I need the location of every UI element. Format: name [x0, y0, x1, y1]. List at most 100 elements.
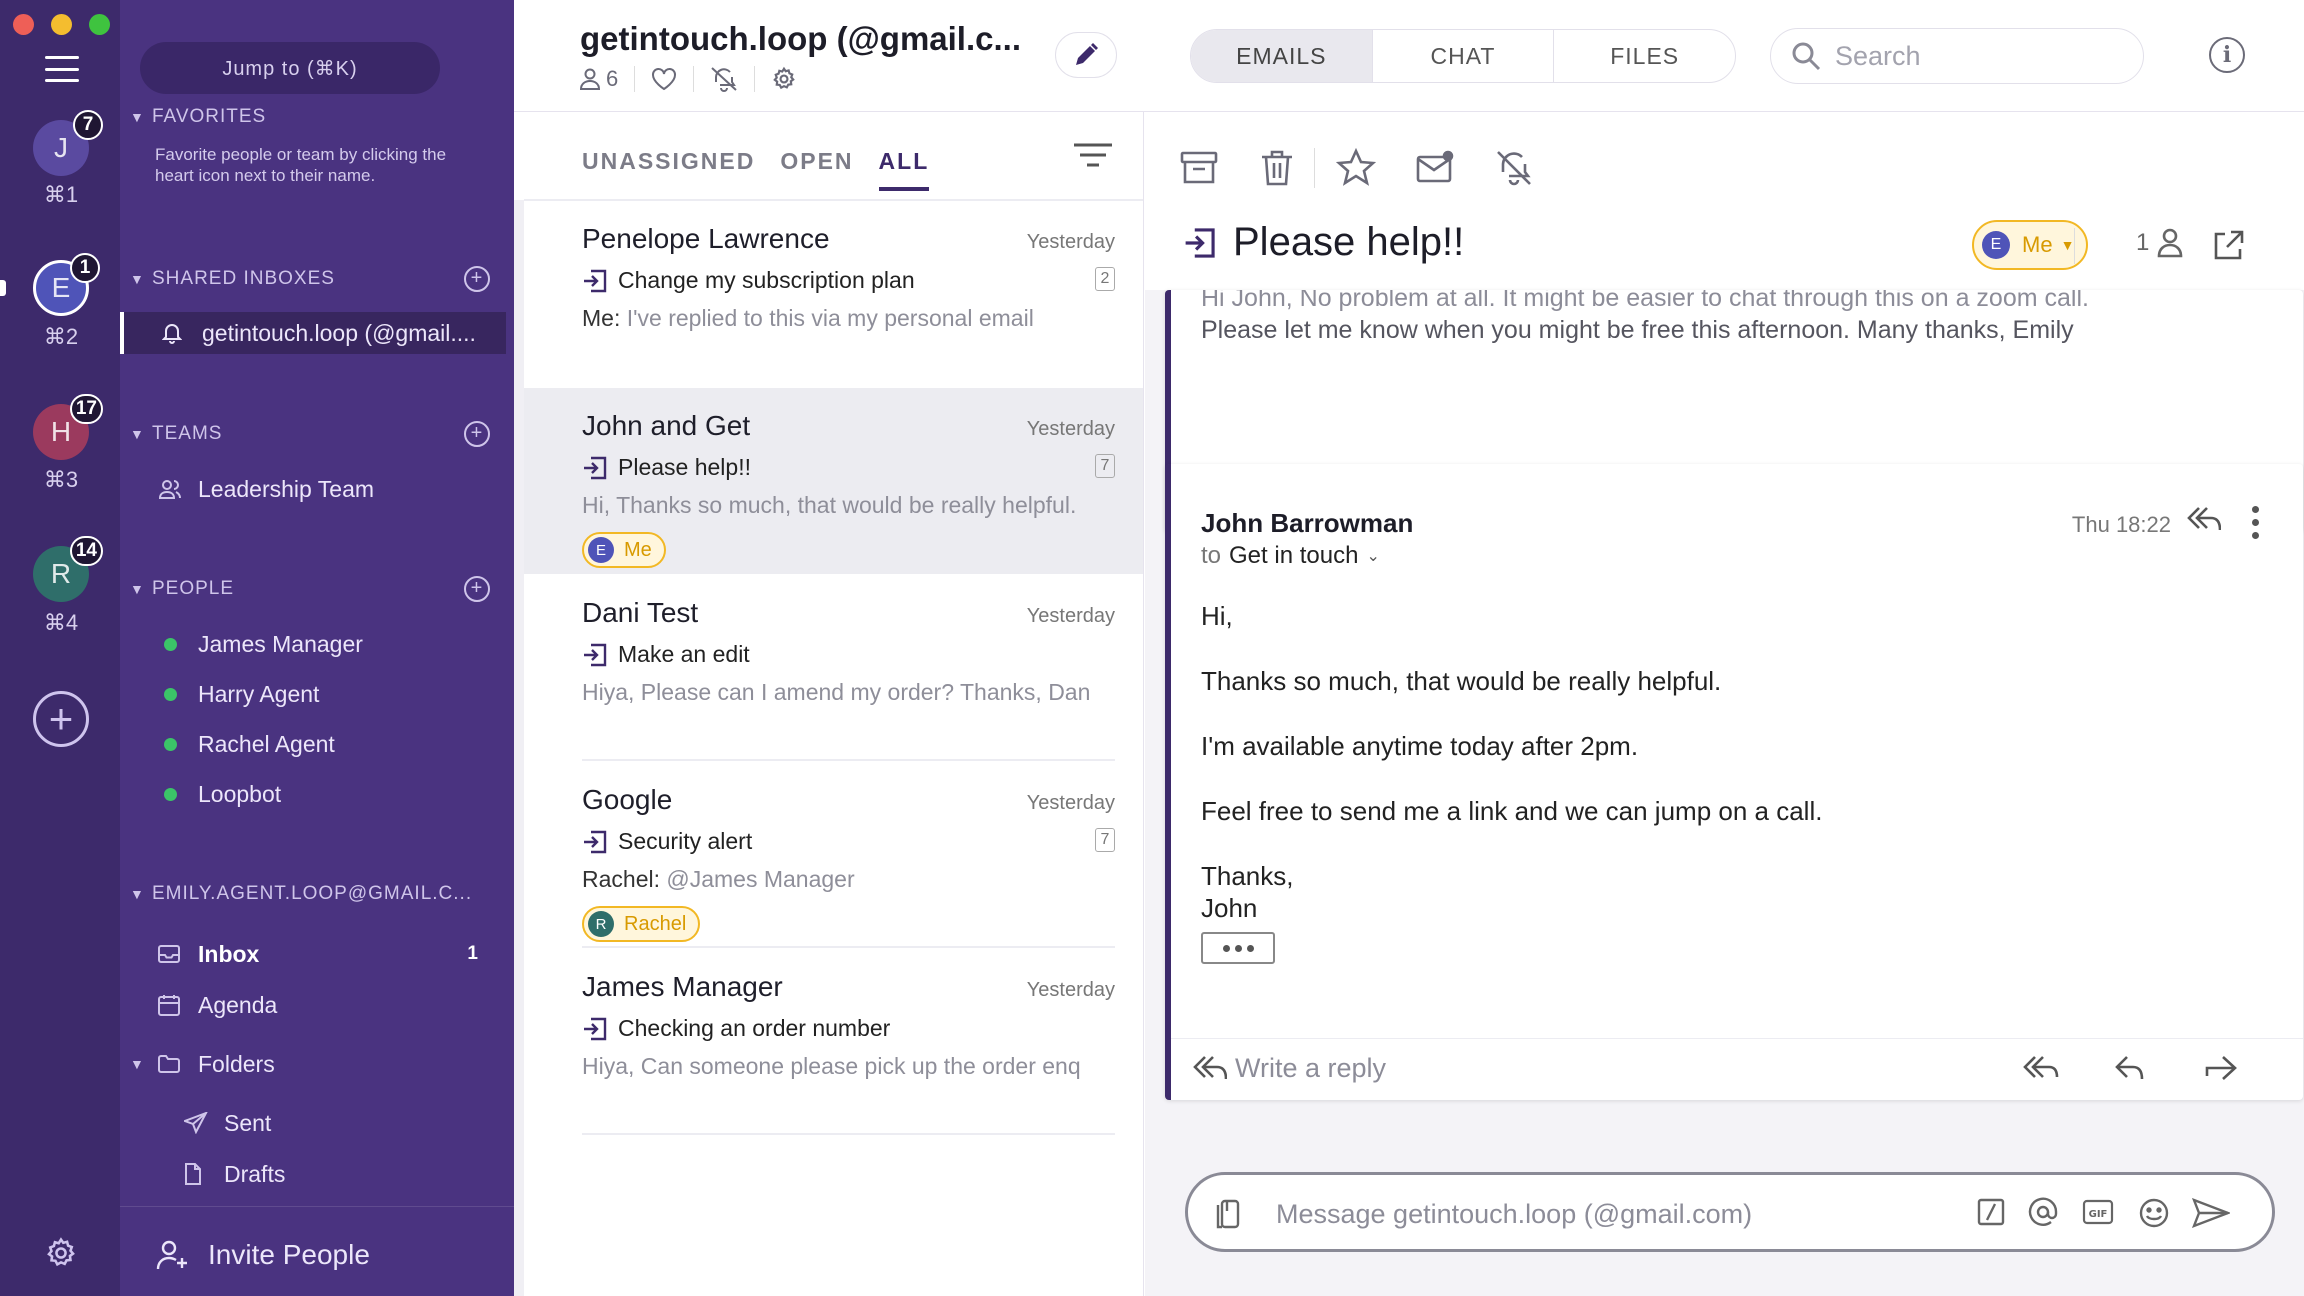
teams-header[interactable]: ▼ TEAMS + — [130, 419, 494, 449]
list-item[interactable]: James Manager Yesterday Checking an orde… — [524, 949, 1143, 1135]
message-composer[interactable]: Message getintouch.loop (@gmail.com) GIF — [1185, 1172, 2275, 1252]
favorites-label: FAVORITES — [152, 106, 267, 127]
gif-icon[interactable]: GIF — [2082, 1197, 2114, 1227]
add-team-button[interactable]: + — [464, 421, 490, 447]
reply-bar: Write a reply — [1171, 1038, 2303, 1100]
message-recipients[interactable]: to Get in touch ⌄ — [1201, 542, 1380, 570]
slash-command-icon[interactable] — [1976, 1197, 2006, 1227]
jump-to-button[interactable]: Jump to (⌘K) — [140, 42, 440, 94]
folder-icon — [158, 1055, 198, 1073]
sidebar-item-person[interactable]: James Manager — [158, 624, 502, 664]
heart-icon[interactable] — [651, 67, 677, 91]
mute-icon[interactable] — [1494, 148, 1534, 188]
show-quoted-text-button[interactable] — [1201, 932, 1275, 964]
sidebar-item-leadership-team[interactable]: Leadership Team — [158, 469, 502, 509]
invite-people-button[interactable]: Invite People — [156, 1232, 370, 1278]
menu-icon[interactable] — [45, 56, 79, 82]
mention-icon[interactable] — [2028, 1197, 2058, 1227]
sidebar-item-agenda[interactable]: Agenda — [158, 985, 502, 1025]
conversation-time: Yesterday — [1026, 605, 1115, 627]
thread-title-text: Please help!! — [1233, 220, 1465, 264]
inbox-bell-icon — [162, 322, 202, 344]
assignee-dropdown[interactable]: E Me ▼ — [1972, 220, 2089, 270]
inbox-meta: 6 — [580, 66, 797, 92]
sidebar-item-person[interactable]: Loopbot — [158, 774, 502, 814]
personal-inbox-header[interactable]: ▼ EMILY.AGENT.LOOP@GMAIL.C... — [130, 879, 494, 909]
mute-icon[interactable] — [710, 66, 738, 92]
list-item[interactable]: Google Yesterday Security alert 7 Rachel… — [524, 762, 1143, 948]
filter-icon[interactable] — [1072, 142, 1114, 170]
sidebar-item-shared-inbox[interactable]: getintouch.loop (@gmail.... — [120, 312, 506, 354]
more-options-icon[interactable] — [2252, 506, 2259, 539]
chevron-down-icon: ▼ — [130, 426, 145, 442]
forward-icon[interactable] — [2205, 1053, 2237, 1083]
sidebar-item-folders[interactable]: ▼ Folders — [130, 1044, 502, 1084]
tab-all[interactable]: ALL — [878, 148, 930, 191]
trash-icon[interactable] — [1257, 148, 1297, 188]
workspace-e[interactable]: E 1 — [33, 253, 100, 316]
pop-out-icon[interactable] — [2211, 229, 2245, 263]
assignee-chip[interactable]: E Me — [582, 532, 666, 568]
conversation-sender: Penelope Lawrence — [582, 223, 830, 254]
sidebar-item-label: Agenda — [198, 991, 278, 1018]
settings-gear-icon[interactable] — [771, 66, 797, 92]
sidebar-item-person[interactable]: Harry Agent — [158, 674, 502, 714]
close-window-button[interactable] — [13, 14, 34, 35]
avatar: E — [588, 537, 614, 563]
message-body: Hi, Thanks so much, that would be really… — [1201, 600, 1822, 924]
emoji-icon[interactable] — [2138, 1197, 2170, 1229]
online-status-dot — [164, 687, 177, 701]
add-shared-inbox-button[interactable]: + — [464, 266, 490, 292]
assignee-name: Me — [2022, 232, 2053, 257]
attachment-icon[interactable] — [1214, 1197, 1244, 1231]
write-reply-input[interactable]: Write a reply — [1235, 1053, 1386, 1084]
favorites-header[interactable]: ▼ FAVORITES — [130, 102, 494, 132]
composer-input[interactable]: Message getintouch.loop (@gmail.com) — [1276, 1199, 1752, 1230]
sidebar-item-label: Drafts — [224, 1160, 286, 1187]
sidebar-item-person[interactable]: Rachel Agent — [158, 724, 502, 764]
reply-all-icon[interactable] — [2023, 1053, 2059, 1083]
reply-icon[interactable] — [2115, 1053, 2145, 1083]
star-icon[interactable] — [1336, 148, 1376, 188]
tab-files[interactable]: FILES — [1554, 30, 1735, 82]
shared-inboxes-header[interactable]: ▼ SHARED INBOXES + — [130, 264, 494, 294]
participants-button[interactable]: 1 — [2136, 228, 2183, 258]
minimize-window-button[interactable] — [51, 14, 72, 35]
incoming-email-icon — [1185, 227, 1215, 258]
preview-prefix: Rachel: — [582, 866, 660, 892]
conversation-preview: Hiya, Can someone please pick up the ord… — [582, 1053, 1081, 1079]
workspace-j[interactable]: J 7 — [33, 110, 103, 176]
add-workspace-button[interactable]: + — [33, 691, 89, 747]
list-item[interactable]: John and Get Yesterday Please help!! 7 H… — [524, 388, 1143, 574]
divider — [582, 1133, 1115, 1135]
mark-unread-icon[interactable] — [1415, 148, 1455, 188]
search-input[interactable] — [1835, 40, 2135, 72]
list-item[interactable]: Penelope Lawrence Yesterday Change my su… — [524, 201, 1143, 387]
sidebar-item-sent[interactable]: Sent — [184, 1103, 502, 1143]
settings-gear-icon[interactable] — [44, 1236, 78, 1270]
list-item[interactable]: Dani Test Yesterday Make an edit Hiya, P… — [524, 575, 1143, 761]
send-icon[interactable] — [2192, 1197, 2230, 1229]
people-header[interactable]: ▼ PEOPLE + — [130, 574, 494, 604]
edit-button[interactable] — [1055, 32, 1117, 78]
sidebar-item-drafts[interactable]: Drafts — [184, 1154, 502, 1194]
message-sender[interactable]: John Barrowman — [1201, 508, 1413, 539]
members-count[interactable]: 6 — [580, 66, 618, 92]
archive-icon[interactable] — [1179, 148, 1219, 188]
tab-unassigned[interactable]: UNASSIGNED — [582, 148, 755, 191]
add-person-button[interactable]: + — [464, 576, 490, 602]
workspace-letter: H — [50, 416, 72, 447]
tab-emails[interactable]: EMAILS — [1191, 30, 1373, 82]
conversation-sender: Google — [582, 784, 673, 815]
workspace-r[interactable]: R 14 — [33, 536, 103, 602]
sidebar-item-inbox[interactable]: Inbox 1 — [158, 934, 502, 974]
maximize-window-button[interactable] — [89, 14, 110, 35]
reply-all-icon[interactable] — [2187, 504, 2221, 534]
assignee-chip[interactable]: R Rachel — [582, 906, 701, 942]
scrollbar-track[interactable] — [514, 200, 524, 1296]
tab-open[interactable]: OPEN — [780, 148, 853, 191]
tab-chat[interactable]: CHAT — [1373, 30, 1555, 82]
assignee-name: Me — [624, 538, 652, 561]
info-icon[interactable]: i — [2209, 37, 2245, 73]
workspace-h[interactable]: H 17 — [33, 394, 103, 460]
